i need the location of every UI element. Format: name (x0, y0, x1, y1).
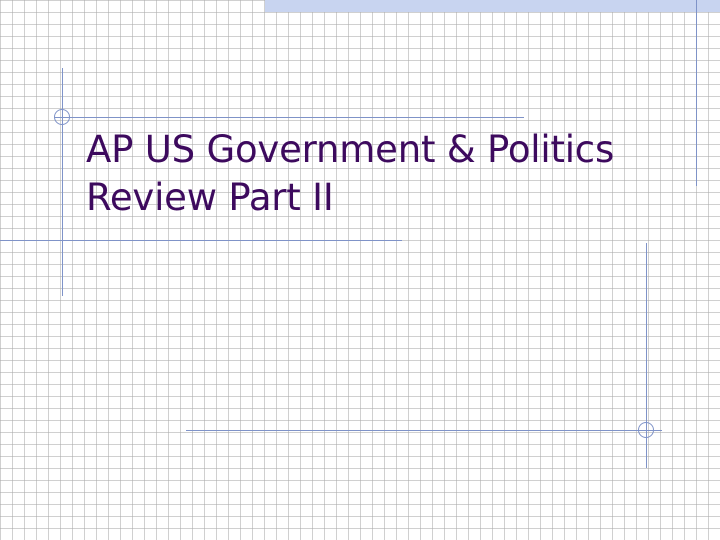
slide-title-line-1: AP US Government & Politics (86, 128, 615, 171)
ring-icon (54, 109, 70, 125)
slide-title-line-2: Review Part II (86, 176, 334, 219)
lower-rule-horizontal (186, 430, 662, 431)
right-top-rule-vertical (696, 0, 697, 186)
ring-icon (638, 422, 654, 438)
slide-title: AP US Government & Politics Review Part … (86, 126, 686, 222)
title-underline-rule (0, 240, 402, 241)
upper-rule-horizontal (54, 117, 524, 118)
upper-rule-vertical (62, 68, 63, 296)
slide: AP US Government & Politics Review Part … (0, 0, 720, 540)
top-accent-band (265, 0, 720, 12)
